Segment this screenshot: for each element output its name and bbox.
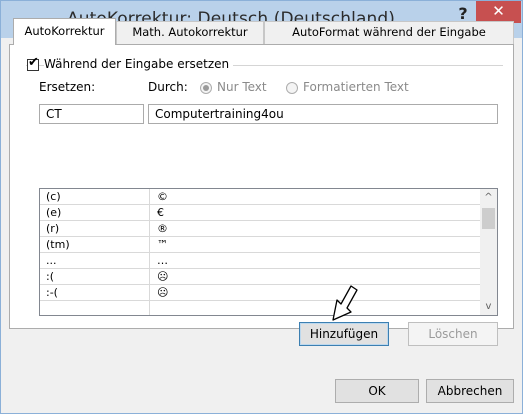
list-item[interactable]: :( ☹ <box>40 269 480 285</box>
ersetzen-input[interactable]: CT <box>39 104 144 124</box>
delete-button[interactable]: Löschen <box>408 322 498 346</box>
formatted-text-radio[interactable] <box>286 82 298 94</box>
cancel-button-label: Abbrechen <box>437 384 503 398</box>
replace-while-typing-label: Während der Eingabe ersetzen <box>44 57 234 71</box>
durch-input[interactable]: Computertraining4ou <box>148 104 498 124</box>
entry-to: ® <box>157 222 168 235</box>
tab-autokorrektur[interactable]: AutoKorrektur <box>13 18 116 45</box>
durch-label: Durch: <box>148 80 188 94</box>
list-item[interactable]: (e) € <box>40 205 480 221</box>
list-item[interactable]: (tm) ™ <box>40 237 480 253</box>
entry-to: ™ <box>157 238 168 251</box>
entry-from: (tm) <box>46 238 70 251</box>
list-item[interactable]: (r) ® <box>40 221 480 237</box>
tab-math-autokorrektur[interactable]: Math. Autokorrektur <box>116 21 264 44</box>
tab-label: AutoKorrektur <box>24 24 105 38</box>
delete-button-label: Löschen <box>428 327 478 341</box>
list-item[interactable]: :-( ☹ <box>40 285 480 301</box>
ok-button-label: OK <box>368 384 386 398</box>
entry-from: :( <box>46 270 54 283</box>
entry-to: ☹ <box>157 270 169 283</box>
ersetzen-label: Ersetzen: <box>39 80 96 94</box>
list-item[interactable]: ... … <box>40 253 480 269</box>
autocorrect-entries-list[interactable]: (c) © (e) € (r) ® (tm) ™ ... … :( ☹ :-( … <box>39 188 498 316</box>
radio-selected-dot <box>203 85 209 91</box>
entry-from: (e) <box>46 206 62 219</box>
plain-text-radio[interactable] <box>200 82 212 94</box>
vertical-scrollbar[interactable]: ^ v <box>480 189 497 315</box>
cancel-button[interactable]: Abbrechen <box>426 379 514 403</box>
autocorrect-dialog: AutoKorrektur: Deutsch (Deutschland) ? ✕… <box>0 0 523 414</box>
entry-from: :-( <box>46 286 58 299</box>
tab-label: Math. Autokorrektur <box>132 25 248 39</box>
entry-to: © <box>157 190 168 203</box>
formatted-text-label: Formatierten Text <box>303 80 409 94</box>
ok-button[interactable]: OK <box>335 379 419 403</box>
mouse-pointer-icon <box>332 285 358 321</box>
entry-to: ☹ <box>157 286 169 299</box>
entry-from: (r) <box>46 222 60 235</box>
entry-to: … <box>157 254 168 267</box>
plain-text-label: Nur Text <box>217 80 267 94</box>
close-button[interactable]: ✕ <box>476 1 521 23</box>
close-icon: ✕ <box>492 2 505 20</box>
entry-from: ... <box>46 254 57 267</box>
checkmark-icon: ✔ <box>28 55 39 70</box>
entry-from: (c) <box>46 190 61 203</box>
list-item[interactable]: (c) © <box>40 189 480 205</box>
scroll-up-icon[interactable]: ^ <box>480 189 497 206</box>
tab-label: AutoFormat während der Eingabe <box>292 25 486 39</box>
replace-while-typing-checkbox[interactable]: ✔ <box>27 55 39 71</box>
scroll-thumb[interactable] <box>482 208 495 229</box>
add-button[interactable]: Hinzufügen <box>299 322 389 346</box>
tab-autoformat[interactable]: AutoFormat während der Eingabe <box>264 21 514 44</box>
scroll-down-icon[interactable]: v <box>480 298 497 315</box>
add-button-label: Hinzufügen <box>309 327 379 341</box>
entry-to: € <box>157 206 164 219</box>
